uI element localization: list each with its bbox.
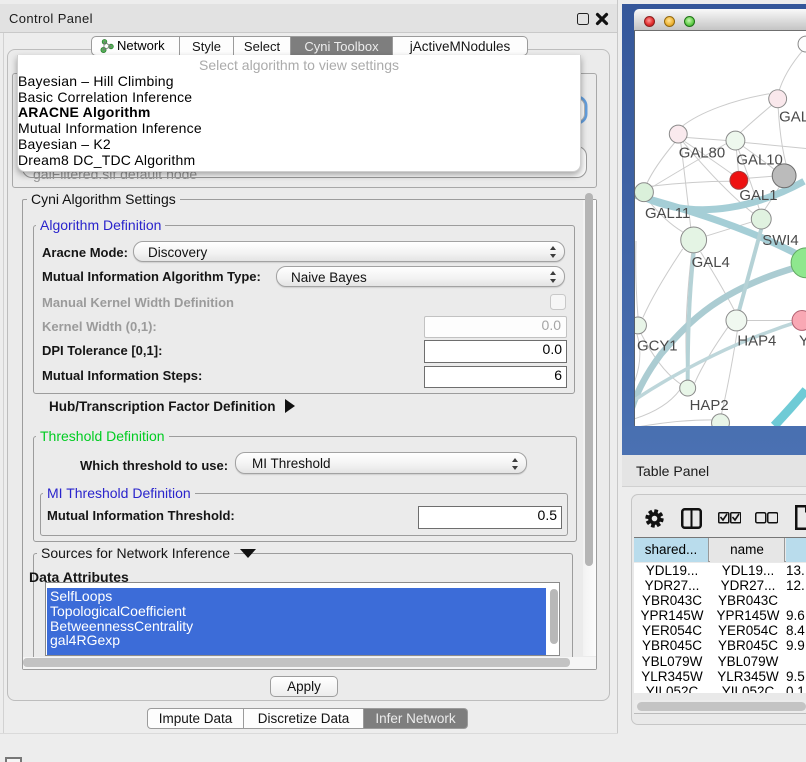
svg-text:GAL4: GAL4 [692, 255, 730, 271]
svg-text:GAL10: GAL10 [736, 152, 782, 168]
svg-text:SWI4: SWI4 [762, 233, 798, 249]
svg-text:GCY1: GCY1 [637, 338, 678, 354]
svg-text:HAP2: HAP2 [690, 398, 729, 414]
svg-text:GAL11: GAL11 [645, 206, 690, 222]
svg-text:HAP4: HAP4 [737, 333, 776, 349]
svg-text:GAL7: GAL7 [779, 110, 806, 126]
svg-text:Y: Y [799, 333, 806, 349]
svg-text:GAL1: GAL1 [739, 188, 777, 204]
svg-text:GAL80: GAL80 [679, 145, 725, 161]
